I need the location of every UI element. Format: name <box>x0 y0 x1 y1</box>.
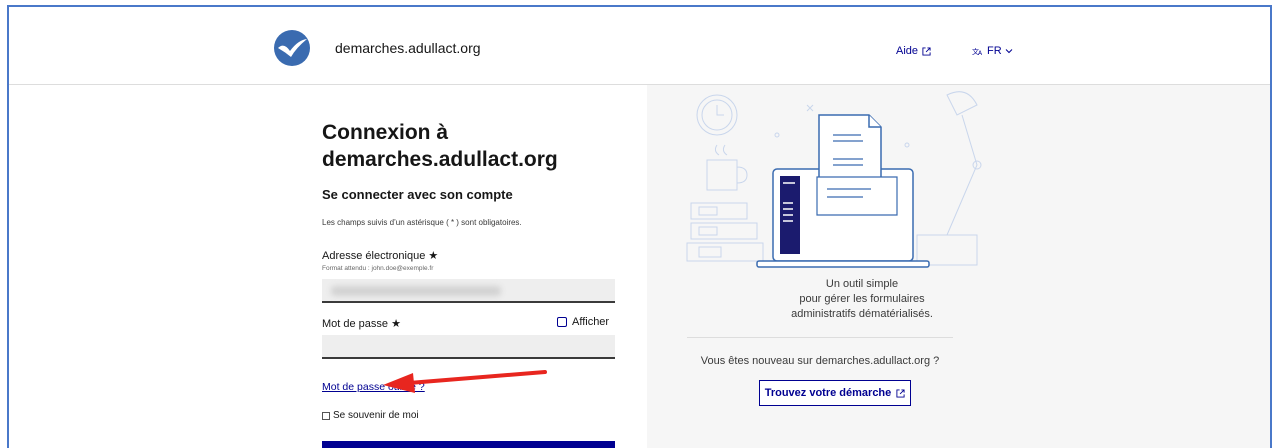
email-label: Adresse électronique ★ <box>322 250 439 262</box>
tagline-line-2: pour gérer les formulaires <box>799 293 925 305</box>
show-password-toggle[interactable]: Afficher <box>557 316 609 328</box>
external-link-icon <box>896 388 905 398</box>
site-logo[interactable] <box>274 30 310 66</box>
tagline-line-1: Un outil simple <box>825 278 899 290</box>
svg-text:A: A <box>978 50 983 56</box>
laptop-illustration <box>686 91 982 268</box>
browser-frame: demarches.adullact.org Aide 文 A FR Conne… <box>7 5 1272 448</box>
show-password-label: Afficher <box>572 316 610 328</box>
title-line-2: demarches.adullact.org <box>322 148 558 171</box>
blurred-email-value <box>331 286 501 296</box>
translate-icon: 文 A <box>972 47 983 56</box>
password-label: Mot de passe ★ <box>322 318 401 330</box>
find-procedure-button[interactable]: Trouvez votre démarche <box>759 380 911 406</box>
promo-tagline: Un outil simple pour gérer les formulair… <box>747 277 977 322</box>
external-link-icon <box>922 46 931 56</box>
remember-me-checkbox[interactable] <box>322 411 330 420</box>
language-label: FR <box>987 45 1002 57</box>
remember-me[interactable]: Se souvenir de moi <box>322 410 419 421</box>
email-hint: Format attendu : john.doe@exemple.fr <box>322 265 434 272</box>
login-title: Connexion à demarches.adullact.org <box>322 119 622 173</box>
help-label: Aide <box>896 45 919 57</box>
promo-panel: Un outil simple pour gérer les formulair… <box>647 85 1270 448</box>
annotation-arrow-icon <box>383 370 547 393</box>
find-procedure-label: Trouvez votre démarche <box>764 387 892 399</box>
new-user-text: Vous êtes nouveau sur demarches.adullact… <box>700 355 940 367</box>
help-link[interactable]: Aide <box>896 45 931 57</box>
login-submit-button[interactable] <box>322 441 615 448</box>
site-header: demarches.adullact.org Aide 文 A FR <box>9 7 1270 85</box>
site-name[interactable]: demarches.adullact.org <box>335 40 481 56</box>
required-fields-note: Les champs suivis d’un astérisque ( * ) … <box>322 218 522 227</box>
check-logo-icon <box>278 39 307 57</box>
chevron-down-icon <box>1005 49 1013 54</box>
login-subtitle: Se connecter avec son compte <box>322 187 513 202</box>
password-input[interactable] <box>322 335 615 359</box>
language-selector[interactable]: 文 A FR <box>972 45 1013 57</box>
promo-divider <box>687 337 953 338</box>
show-password-checkbox[interactable] <box>557 317 567 327</box>
title-line-1: Connexion à <box>322 121 449 144</box>
tagline-line-3: administratifs dématérialisés. <box>791 308 933 320</box>
remember-me-label: Se souvenir de moi <box>333 410 419 421</box>
